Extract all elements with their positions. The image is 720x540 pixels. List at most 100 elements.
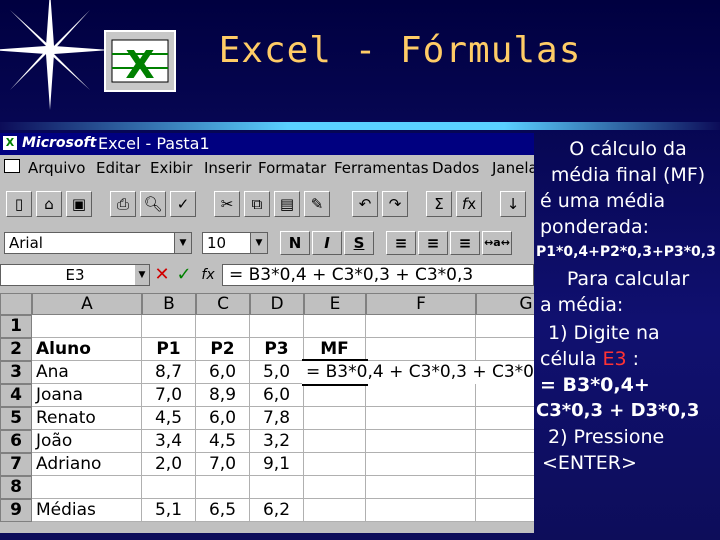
cell[interactable] [476,338,534,361]
cell[interactable] [366,407,476,430]
cell[interactable] [476,315,534,338]
cell[interactable] [476,384,534,407]
menu-arquivo[interactable]: Arquivo [28,159,85,177]
row-header[interactable]: 2 [0,338,32,361]
format-painter-icon[interactable]: ✎ [304,191,330,217]
cell[interactable]: 5,0 [250,361,304,384]
cell[interactable] [142,315,196,338]
font-size-select[interactable]: 10 ▼ [202,232,268,254]
select-all-corner[interactable] [0,293,32,315]
menu-inserir[interactable]: Inserir [204,159,251,177]
autosum-icon[interactable]: Σ [426,191,452,217]
cell[interactable]: 6,0 [196,407,250,430]
cell[interactable]: 9,1 [250,453,304,476]
insert-function-icon[interactable]: fx [196,264,220,286]
cell[interactable]: 8,9 [196,384,250,407]
column-header-a[interactable]: A [32,293,142,315]
print-icon[interactable]: ⎙ [110,191,136,217]
confirm-entry-icon[interactable]: ✓ [174,264,194,286]
cell[interactable]: MF [304,338,366,361]
menu-ferramentas[interactable]: Ferramentas [334,159,429,177]
merge-center-icon[interactable]: ↔a↔ [482,231,512,255]
column-header-d[interactable]: D [250,293,304,315]
cell[interactable] [366,315,476,338]
chevron-down-icon[interactable]: ▼ [250,233,267,253]
bold-button[interactable]: N [280,231,310,255]
cell[interactable] [476,499,534,522]
cell[interactable] [304,430,366,453]
cell[interactable] [366,384,476,407]
cell[interactable] [196,315,250,338]
row-header[interactable]: 9 [0,499,32,522]
align-right-icon[interactable]: ≡ [450,231,480,255]
cut-icon[interactable]: ✂ [214,191,240,217]
menu-formatar[interactable]: Formatar [258,159,326,177]
cell[interactable] [366,430,476,453]
row-header[interactable]: 4 [0,384,32,407]
system-menu-icon[interactable] [4,159,20,173]
cell[interactable] [196,476,250,499]
cell[interactable] [250,315,304,338]
function-wizard-icon[interactable]: fx [456,191,482,217]
cell[interactable] [366,476,476,499]
cell[interactable]: 6,0 [196,361,250,384]
cell[interactable]: João [32,430,142,453]
cell[interactable] [476,407,534,430]
column-header-b[interactable]: B [142,293,196,315]
row-header[interactable]: 5 [0,407,32,430]
cell[interactable] [366,338,476,361]
column-header-g[interactable]: G [476,293,534,315]
cell[interactable]: 4,5 [196,430,250,453]
cell[interactable] [366,499,476,522]
menu-exibir[interactable]: Exibir [150,159,192,177]
open-folder-icon[interactable]: ⌂ [36,191,62,217]
cell[interactable] [366,453,476,476]
cell[interactable]: 7,0 [196,453,250,476]
cell[interactable]: 7,8 [250,407,304,430]
cell[interactable]: 6,0 [250,384,304,407]
save-icon[interactable]: ▣ [66,191,92,217]
cell[interactable] [304,384,366,407]
row-header[interactable]: 8 [0,476,32,499]
paste-icon[interactable]: ▤ [274,191,300,217]
cell[interactable]: 8,7 [142,361,196,384]
menu-dados[interactable]: Dados [432,159,479,177]
new-file-icon[interactable]: ▯ [6,191,32,217]
cell[interactable]: 3,4 [142,430,196,453]
cell[interactable]: 5,1 [142,499,196,522]
cell[interactable]: Médias [32,499,142,522]
chevron-down-icon[interactable]: ▼ [135,265,149,285]
column-header-e[interactable]: E [304,293,366,315]
cell[interactable]: 2,0 [142,453,196,476]
chevron-down-icon[interactable]: ▼ [174,233,191,253]
name-box[interactable]: E3 ▼ [0,264,150,286]
cell[interactable] [304,407,366,430]
cell[interactable] [304,453,366,476]
copy-icon[interactable]: ⧉ [244,191,270,217]
cell[interactable]: 3,2 [250,430,304,453]
undo-icon[interactable]: ↶ [352,191,378,217]
cell[interactable]: P3 [250,338,304,361]
cell[interactable]: 6,2 [250,499,304,522]
cell[interactable]: P1 [142,338,196,361]
row-header[interactable]: 1 [0,315,32,338]
cell[interactable]: Adriano [32,453,142,476]
formula-input[interactable]: = B3*0,4 + C3*0,3 + C3*0,3 [222,264,534,286]
row-header[interactable]: 6 [0,430,32,453]
cell[interactable]: Aluno [32,338,142,361]
cell[interactable] [304,499,366,522]
cell[interactable] [476,453,534,476]
menu-janela[interactable]: Janela [492,159,534,177]
cancel-entry-icon[interactable]: ✕ [152,264,172,286]
cell[interactable]: P2 [196,338,250,361]
cell[interactable] [32,476,142,499]
cell[interactable] [304,315,366,338]
align-left-icon[interactable]: ≡ [386,231,416,255]
cell[interactable]: 6,5 [196,499,250,522]
in-cell-edit-text[interactable]: = B3*0,4 + C3*0,3 + C3*0,3 [302,361,534,384]
cell[interactable] [250,476,304,499]
sort-ascending-icon[interactable]: ↓ [500,191,526,217]
italic-button[interactable]: I [312,231,342,255]
print-preview-icon[interactable]: 🔍︎ [140,191,166,217]
redo-icon[interactable]: ↷ [382,191,408,217]
